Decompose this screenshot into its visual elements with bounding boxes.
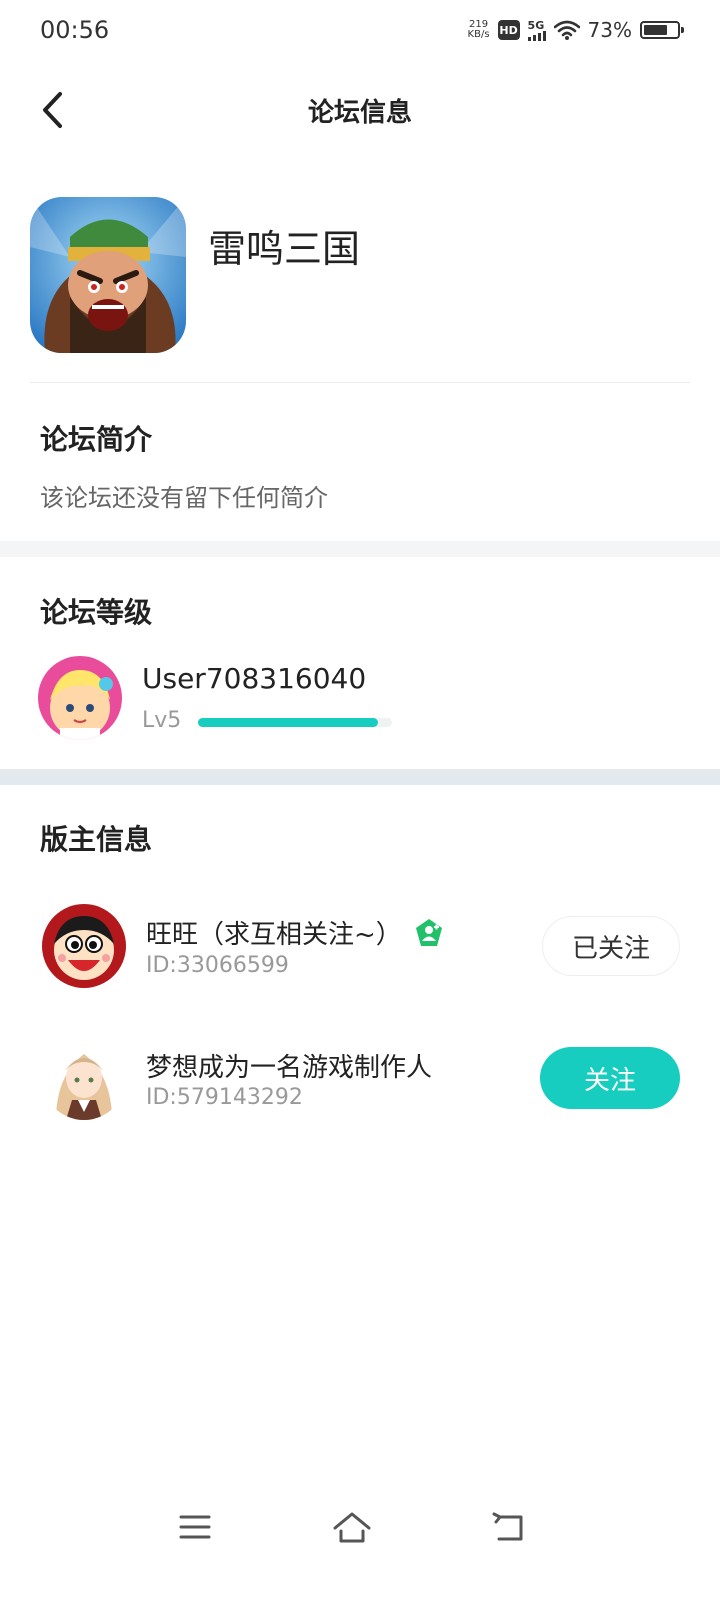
moderator-id: ID:33066599 xyxy=(146,953,289,978)
follow-button[interactable]: 关注 xyxy=(540,1047,680,1109)
nav-back-button[interactable] xyxy=(484,1505,532,1549)
hd-icon: HD xyxy=(497,20,520,40)
return-icon xyxy=(492,1512,523,1541)
page-title: 论坛信息 xyxy=(307,98,412,128)
wifi-icon xyxy=(553,20,580,40)
intro-text: 该论坛还没有留下任何简介 xyxy=(40,484,328,512)
network-speed: 219 KB/s xyxy=(468,20,490,40)
status-icons: 219 KB/s HD 5G 73% xyxy=(468,18,684,42)
nav-home-button[interactable] xyxy=(328,1505,376,1549)
level-label: Lv5 xyxy=(142,708,182,733)
signal-5g-icon: 5G xyxy=(527,18,546,41)
moderator-name: 旺旺（求互相关注~） xyxy=(146,920,402,950)
avatar[interactable] xyxy=(38,656,122,740)
game-name: 雷鸣三国 xyxy=(208,227,361,271)
section-separator xyxy=(0,541,720,557)
moderator-name-row: 旺旺（求互相关注~） xyxy=(146,914,444,951)
nav-menu-button[interactable] xyxy=(171,1505,219,1549)
level-username: User708316040 xyxy=(142,662,367,695)
moderator-name-row: 梦想成为一名游戏制作人 xyxy=(146,1047,432,1084)
network-type: 5G xyxy=(527,18,545,32)
followed-button[interactable]: 已关注 xyxy=(542,916,680,976)
home-icon xyxy=(333,1512,371,1543)
network-speed-unit: KB/s xyxy=(467,29,490,40)
moderator-avatar[interactable] xyxy=(42,1036,126,1120)
battery-percent: 73% xyxy=(587,18,632,42)
game-icon xyxy=(30,197,186,353)
level-progress-bar xyxy=(198,718,392,727)
menu-icon xyxy=(179,1515,211,1539)
moderators-title: 版主信息 xyxy=(40,823,153,856)
status-time: 00:56 xyxy=(40,16,110,44)
intro-title: 论坛简介 xyxy=(40,423,153,456)
divider xyxy=(30,382,690,383)
moderator-badge-icon xyxy=(415,918,442,946)
moderator-id: ID:579143292 xyxy=(146,1085,303,1110)
moderator-avatar[interactable] xyxy=(42,904,126,988)
level-title: 论坛等级 xyxy=(40,596,153,629)
level-progress-fill xyxy=(198,718,379,727)
battery-icon xyxy=(640,21,684,39)
moderator-name: 梦想成为一名游戏制作人 xyxy=(146,1053,433,1083)
section-separator xyxy=(0,769,720,785)
